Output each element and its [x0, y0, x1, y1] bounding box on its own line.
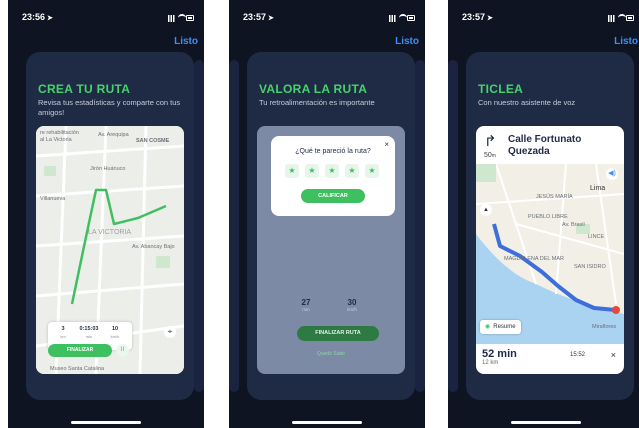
- onboarding-card: CREA TU RUTA Revisa tus estadísticas y c…: [26, 52, 194, 400]
- card-title: TICLEA: [478, 82, 524, 96]
- star-rating: ★ ★ ★ ★ ★: [285, 164, 385, 178]
- navigation-map[interactable]: Lima PUEBLO LIBRE LINCE SAN ISIDRO MAGDA…: [476, 164, 624, 344]
- next-card-peek[interactable]: [194, 60, 204, 392]
- home-indicator[interactable]: [292, 421, 362, 424]
- done-button[interactable]: Listo: [174, 36, 198, 47]
- close-icon[interactable]: ×: [611, 350, 616, 360]
- map-label: SAN ISIDRO: [574, 264, 606, 270]
- map-label: Jirón Huánuco: [90, 166, 126, 172]
- finish-route-button[interactable]: FINALIZAR RUTA: [297, 326, 379, 341]
- rating-dialog: × ¿Qué te pareció la ruta? ★ ★ ★ ★ ★ CAL…: [271, 136, 395, 216]
- status-bar: 23:57 ➤: [458, 12, 636, 24]
- card-title: VALORA LA RUTA: [259, 82, 368, 96]
- battery-icon: [626, 15, 634, 21]
- signal-icon: [389, 15, 397, 22]
- eta-duration: 52 min: [482, 348, 517, 360]
- wifi-icon: [178, 14, 186, 22]
- card-subtitle: Tu retroalimentación es importante: [259, 98, 375, 107]
- turn-right-icon: ↱: [484, 133, 497, 150]
- compass-icon[interactable]: ▲: [480, 204, 492, 216]
- stat-time: 0:15:03 min: [79, 326, 99, 339]
- map-label: Miraflores: [592, 324, 617, 330]
- stat-speed: 10 km/h: [110, 326, 120, 339]
- map-label: Lima: [590, 185, 606, 192]
- prev-card-peek[interactable]: [229, 60, 239, 392]
- status-time: 23:57 ➤: [462, 12, 493, 22]
- battery-icon: [407, 15, 415, 21]
- rating-question: ¿Qué te pareció la ruta?: [295, 148, 371, 155]
- stat-distance: 3 km: [60, 326, 66, 339]
- eta-distance: 12 km: [482, 360, 499, 366]
- pause-icon[interactable]: II: [116, 344, 129, 357]
- resume-icon: ◉: [485, 324, 491, 330]
- navigation-panel: ↱ 50m Calle Fortunato Quezada Lima PUEBL…: [476, 126, 624, 374]
- signal-icon: [168, 15, 176, 22]
- status-bar: 23:57 ➤: [239, 12, 417, 24]
- status-indicators: [389, 14, 415, 22]
- star-icon[interactable]: ★: [345, 164, 359, 178]
- map-label: SAN COSME: [136, 138, 170, 144]
- turn-distance: 50m: [484, 152, 496, 159]
- map-label: Av. Brasil: [562, 222, 585, 228]
- status-indicators: [608, 14, 634, 22]
- map-label: re rehabilitación: [40, 130, 79, 136]
- location-arrow-icon: ➤: [47, 15, 53, 22]
- star-icon[interactable]: ★: [365, 164, 379, 178]
- map-label: PUEBLO LIBRE: [528, 214, 568, 220]
- map-label: Museo Santa Catalina: [50, 366, 105, 372]
- star-icon[interactable]: ★: [305, 164, 319, 178]
- next-card-peek[interactable]: [415, 60, 425, 392]
- map-label: Villanueva: [40, 196, 66, 202]
- status-bar: 23:56 ➤: [18, 12, 196, 24]
- signal-icon: [608, 15, 616, 22]
- onboarding-card: VALORA LA RUTA Tu retroalimentación es i…: [247, 52, 415, 400]
- stat-time: 27 min: [301, 298, 311, 312]
- route-map[interactable]: re rehabilitación al La Victoria Av. Are…: [36, 126, 184, 374]
- wifi-icon: [399, 14, 407, 22]
- done-button[interactable]: Listo: [395, 36, 419, 47]
- map-district-label: LA VICTORIA: [88, 229, 132, 236]
- map-label: LINCE: [588, 234, 605, 240]
- onboarding-card: TICLEA Con nuestro asistente de voz ↱ 50…: [466, 52, 634, 400]
- home-indicator[interactable]: [71, 421, 141, 424]
- done-button[interactable]: Listo: [614, 36, 638, 47]
- home-indicator[interactable]: [511, 421, 581, 424]
- resume-button[interactable]: ◉ Resume: [480, 320, 521, 334]
- stat-speed: 30 km/h: [347, 298, 357, 312]
- location-arrow-icon: ➤: [268, 15, 274, 22]
- map-label: Av. Arequipa: [98, 132, 129, 138]
- card-subtitle: Revisa tus estadísticas y comparte con t…: [38, 98, 181, 117]
- saved-text: Quedó Subir: [316, 351, 346, 357]
- star-icon[interactable]: ★: [325, 164, 339, 178]
- location-arrow-icon: ➤: [487, 15, 493, 22]
- finish-button[interactable]: FINALIZAR: [48, 344, 112, 357]
- arrival-time: 15:52: [570, 352, 586, 358]
- prev-card-peek[interactable]: [448, 60, 458, 392]
- sound-icon[interactable]: ◀): [606, 168, 618, 180]
- card-subtitle: Con nuestro asistente de voz: [478, 98, 576, 107]
- map-label: al La Victoria: [40, 137, 72, 143]
- phone-screen-voice-navigation: 23:57 ➤ Listo TICLEA Con nuestro asistent…: [448, 0, 639, 428]
- map-label: Av. Abancay Bajo: [132, 244, 175, 250]
- status-time: 23:57 ➤: [243, 12, 274, 22]
- star-icon[interactable]: ★: [285, 164, 299, 178]
- battery-icon: [186, 15, 194, 21]
- status-time: 23:56 ➤: [22, 12, 53, 22]
- card-title: CREA TU RUTA: [38, 82, 131, 96]
- target-icon[interactable]: ⌖: [164, 326, 176, 338]
- phone-screen-create-route: 23:56 ➤ Listo CREA TU RUTA Revisa tus est…: [8, 0, 204, 428]
- map-label: MAGDALENA DEL MAR: [504, 256, 565, 262]
- phone-screen-rate-route: 23:57 ➤ Listo VALORA LA RUTA Tu retroalim…: [229, 0, 425, 428]
- wifi-icon: [618, 14, 626, 22]
- rate-button[interactable]: CALIFICAR: [301, 189, 365, 203]
- map-label: JESÚS MARÍA: [536, 194, 573, 200]
- street-name: Calle Fortunato Quezada: [508, 134, 582, 157]
- status-indicators: [168, 14, 194, 22]
